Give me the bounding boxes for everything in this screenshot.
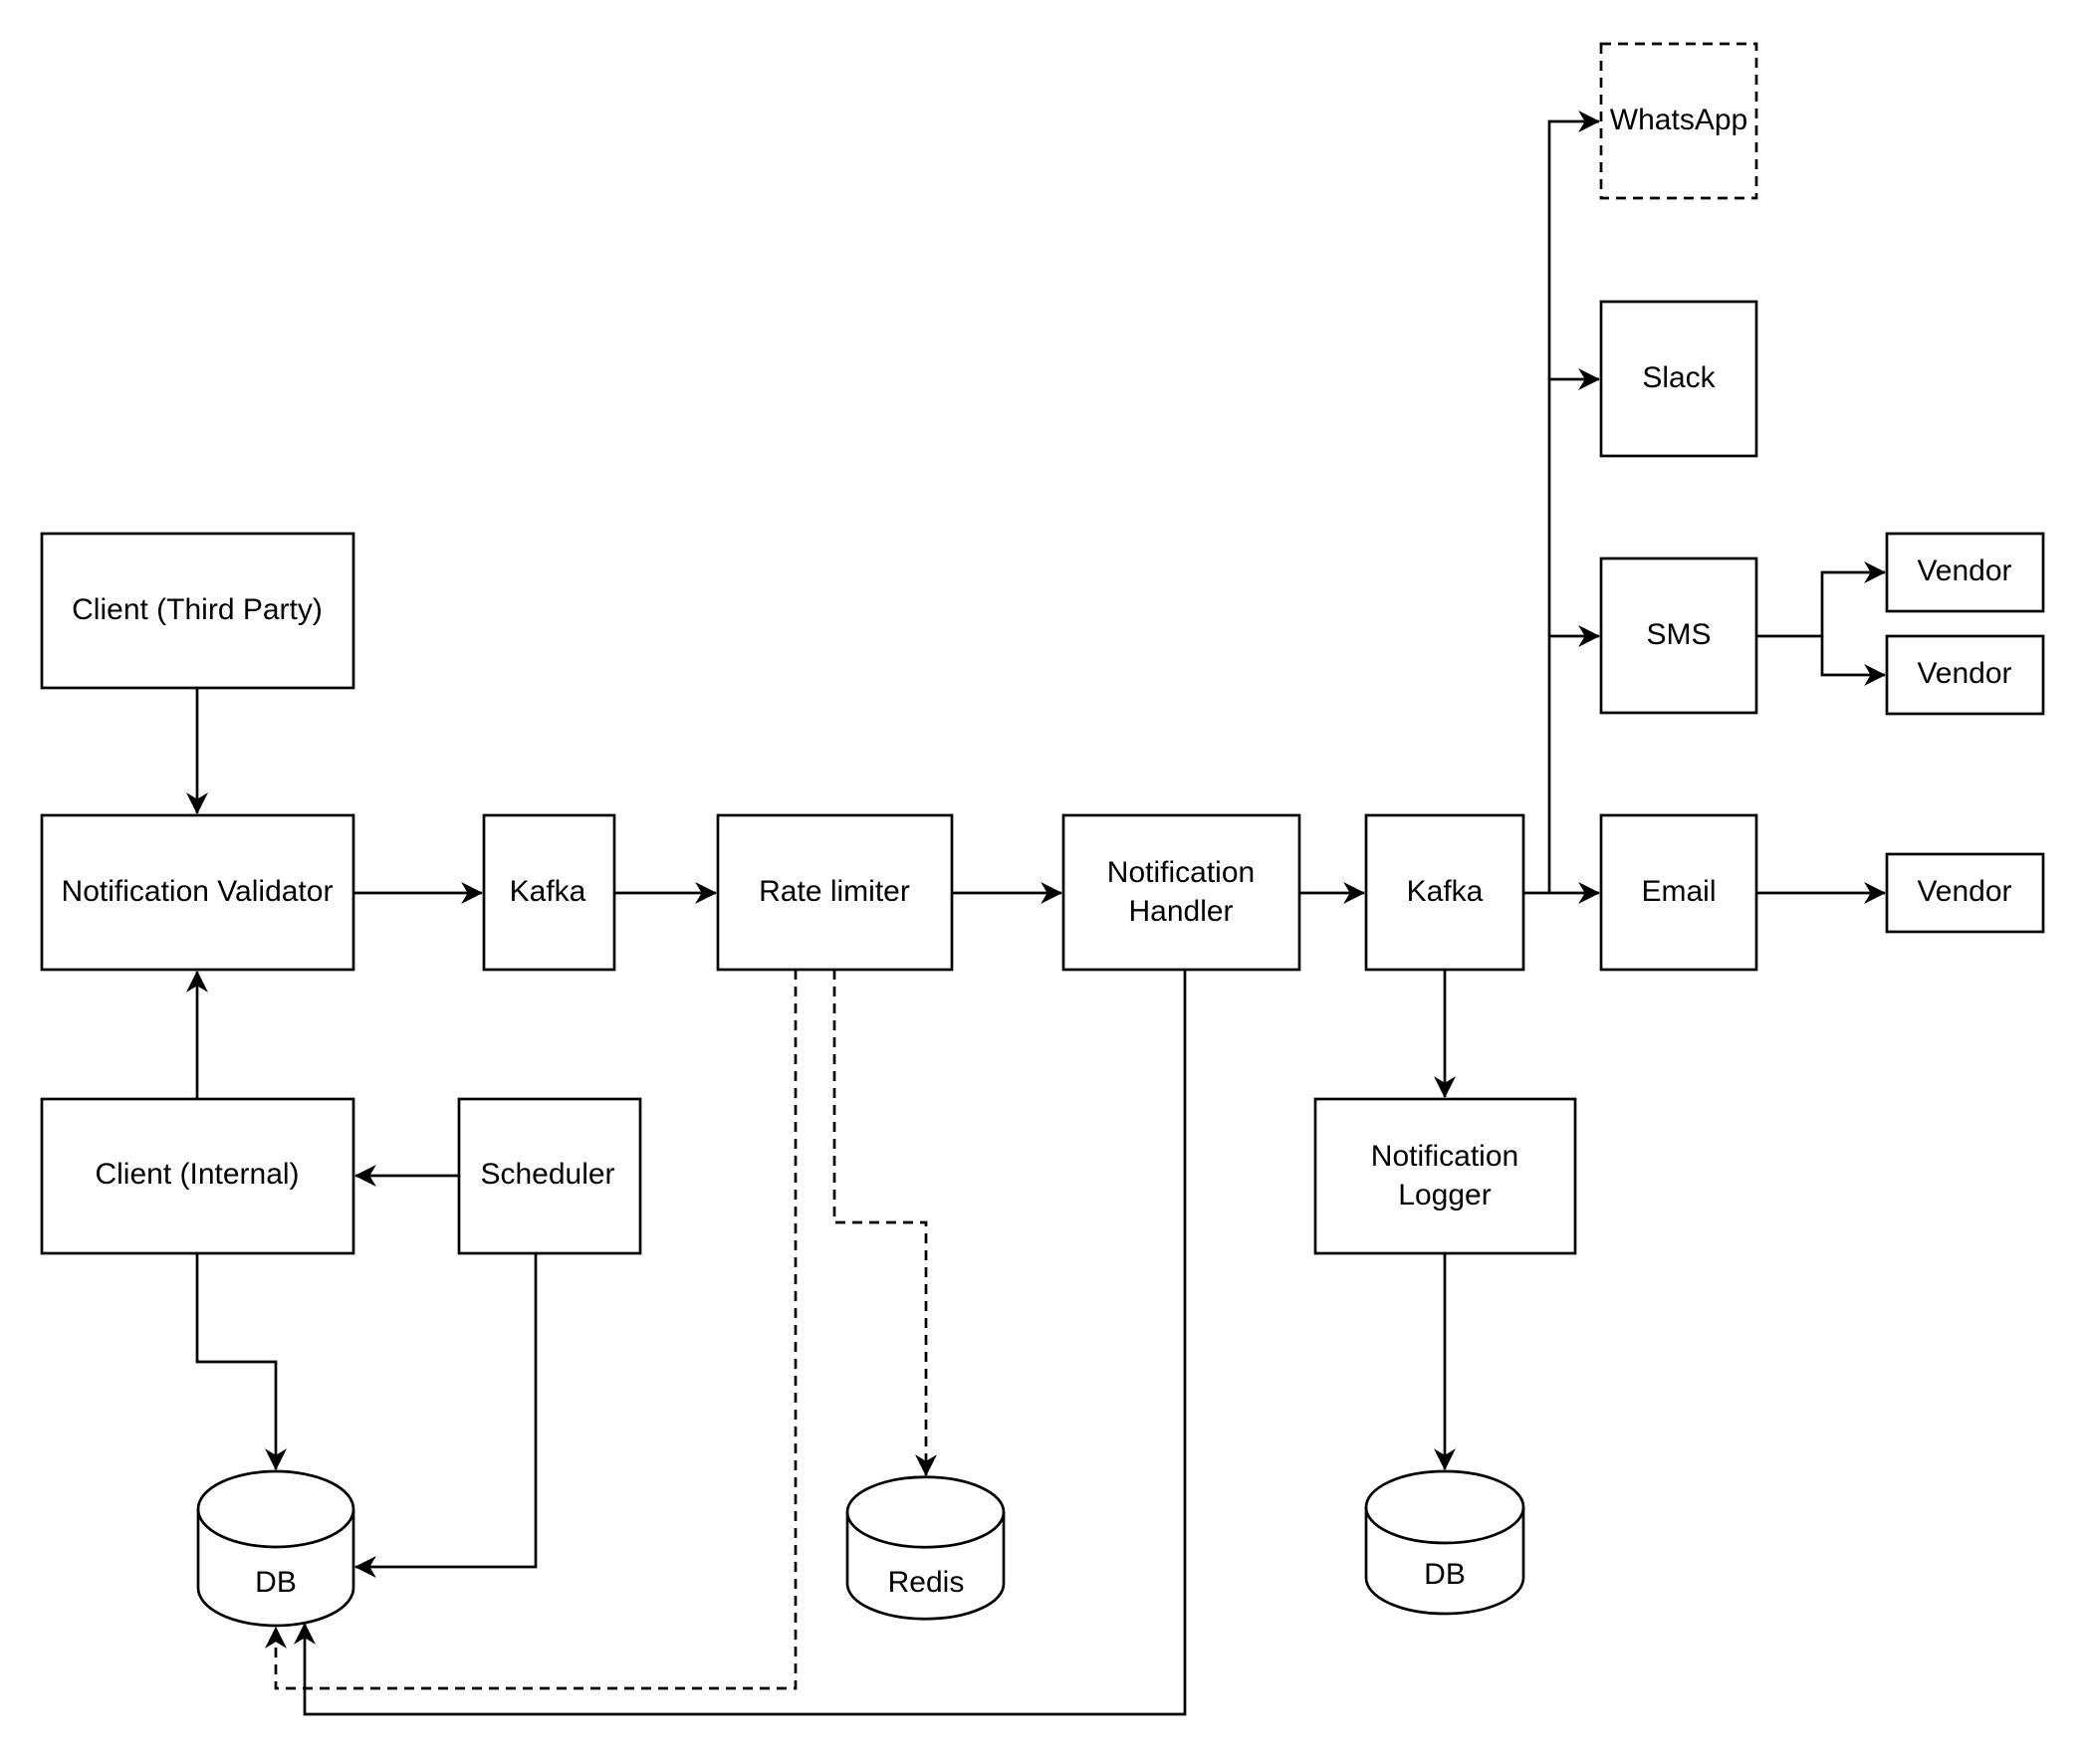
edge-kafka-to-slack	[1547, 368, 1601, 636]
edge-sms-to-vendor-1	[1756, 561, 1887, 638]
node-label: Vendor	[1917, 554, 2011, 587]
node-label: DB	[1424, 1558, 1466, 1591]
edge-rate-limiter-to-redis	[832, 970, 937, 1477]
node-label-line1: Notification	[1107, 856, 1255, 889]
node-label: Client (Third Party)	[72, 593, 323, 626]
node-kafka-ingest[interactable]: Kafka	[482, 813, 616, 972]
node-notification-logger[interactable]: Notification Logger	[1313, 1097, 1577, 1255]
node-label: Client (Internal)	[95, 1158, 299, 1191]
node-label: Rate limiter	[759, 875, 910, 908]
node-label: Kafka	[1407, 875, 1484, 908]
edge-handler-to-db	[294, 970, 1187, 1716]
node-label: Vendor	[1917, 657, 2011, 690]
edge-client-internal-to-db	[195, 1253, 287, 1471]
node-label-line2: Logger	[1398, 1179, 1491, 1212]
database-cylinder-icon	[196, 1469, 355, 1628]
node-slack[interactable]: Slack	[1599, 300, 1758, 458]
node-label-line1: Notification	[1371, 1140, 1518, 1173]
node-client-internal[interactable]: Client (Internal)	[40, 1097, 355, 1255]
node-label: Notification Validator	[62, 875, 334, 908]
node-vendor-sms-1[interactable]: Vendor	[1885, 532, 2045, 613]
node-client-third-party[interactable]: Client (Third Party)	[40, 532, 355, 690]
edge-kafka-to-whatsapp	[1547, 110, 1601, 379]
architecture-diagram: Client (Third Party) Notification Valida…	[40, 42, 2045, 1716]
node-label: Vendor	[1917, 875, 2011, 908]
edge-kafka-to-sms	[1547, 625, 1601, 893]
node-label: SMS	[1646, 618, 1711, 651]
node-notification-handler[interactable]: Notification Handler	[1061, 813, 1301, 972]
node-label: WhatsApp	[1610, 104, 1747, 136]
node-db-logger[interactable]: DB	[1364, 1469, 1525, 1616]
node-vendor-email[interactable]: Vendor	[1885, 852, 2045, 934]
node-label-line2: Handler	[1128, 895, 1233, 928]
node-db-main[interactable]: DB	[196, 1469, 355, 1628]
node-redis[interactable]: Redis	[845, 1475, 1006, 1621]
edge-sms-to-vendor-2	[1820, 636, 1887, 686]
edge-scheduler-to-db	[353, 1253, 538, 1578]
node-label: Scheduler	[480, 1158, 614, 1191]
node-label: Slack	[1642, 361, 1716, 394]
node-scheduler[interactable]: Scheduler	[457, 1097, 642, 1255]
node-email[interactable]: Email	[1599, 813, 1758, 972]
node-label: DB	[255, 1566, 297, 1599]
node-label: Redis	[888, 1566, 965, 1599]
node-sms[interactable]: SMS	[1599, 556, 1758, 715]
node-rate-limiter[interactable]: Rate limiter	[716, 813, 954, 972]
node-notification-validator[interactable]: Notification Validator	[40, 813, 355, 972]
node-label: Email	[1641, 875, 1716, 908]
node-vendor-sms-2[interactable]: Vendor	[1885, 634, 2045, 716]
node-kafka-dispatch[interactable]: Kafka	[1364, 813, 1525, 972]
node-label: Kafka	[510, 875, 586, 908]
node-whatsapp[interactable]: WhatsApp	[1599, 42, 1758, 200]
